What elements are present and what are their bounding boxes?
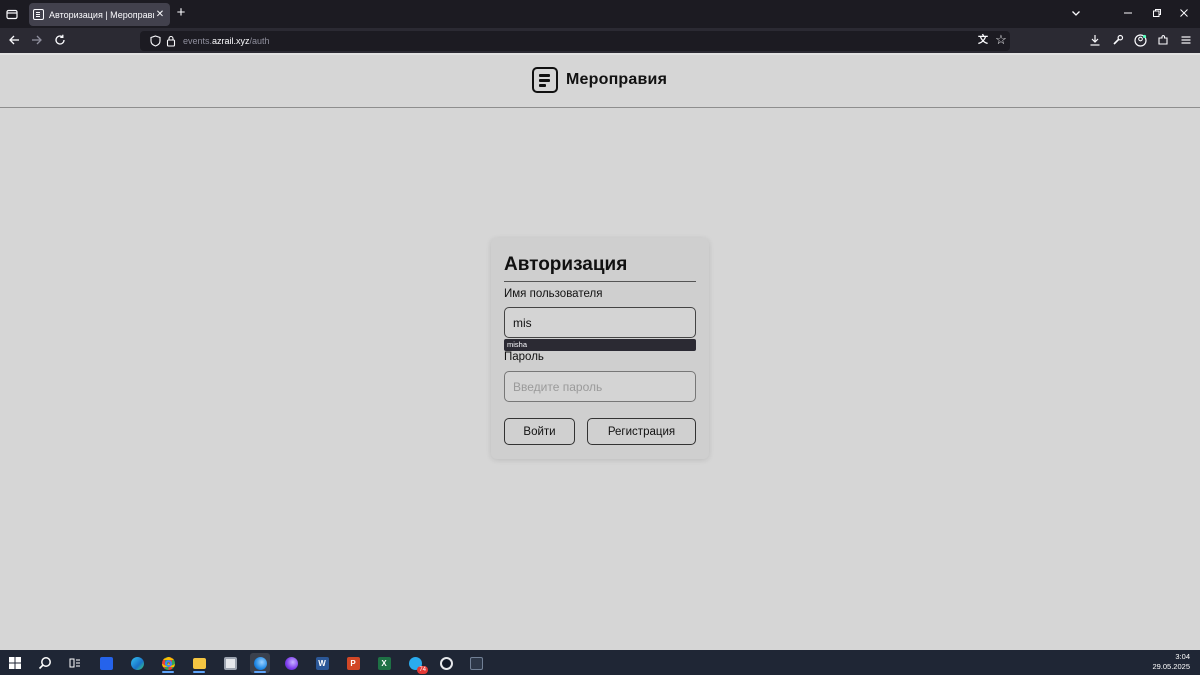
url-text: events.azrail.xyz/auth — [183, 36, 270, 46]
close-window-icon[interactable] — [1178, 8, 1190, 20]
minimize-icon[interactable] — [1122, 8, 1134, 20]
translate-icon[interactable]: 文 — [977, 35, 989, 47]
url-bar[interactable]: events.azrail.xyz/auth 文 ☆ — [140, 31, 1010, 51]
extensions-icon[interactable] — [1157, 34, 1169, 48]
bookmark-star-icon[interactable]: ☆ — [995, 33, 1007, 46]
site-header: Мероправия — [0, 55, 1200, 108]
tab-overflow-icon[interactable] — [1070, 8, 1082, 20]
app-blue-icon[interactable] — [96, 653, 116, 673]
brand-link[interactable]: Мероправия — [532, 67, 667, 93]
forward-icon[interactable] — [31, 34, 43, 48]
tab-title: Авторизация | Мероправия — [49, 9, 154, 20]
username-label: Имя пользователя — [504, 288, 603, 300]
firefox-dev-icon[interactable] — [281, 653, 301, 673]
auth-card: Авторизация Имя пользователя misha Парол… — [491, 238, 709, 459]
chrome-icon[interactable] — [158, 653, 178, 673]
site-favicon-icon — [33, 9, 44, 20]
download-icon[interactable] — [1089, 34, 1101, 48]
browser-tab-bar: Авторизация | Мероправия ✕ + — [0, 0, 1200, 28]
file-explorer-icon[interactable] — [189, 653, 209, 673]
tab-close-icon[interactable]: ✕ — [154, 9, 166, 20]
active-tab[interactable]: Авторизация | Мероправия ✕ — [29, 3, 170, 26]
edge-icon[interactable] — [127, 653, 147, 673]
speedometer-icon[interactable] — [436, 653, 456, 673]
start-icon[interactable] — [5, 653, 25, 673]
account-icon[interactable] — [1134, 34, 1147, 49]
username-field[interactable] — [504, 307, 696, 338]
system-clock[interactable]: 3:04 29.05.2025 — [1152, 652, 1190, 672]
search-icon[interactable] — [35, 653, 55, 673]
clock-time: 3:04 — [1175, 652, 1190, 661]
clock-date: 29.05.2025 — [1152, 662, 1190, 671]
login-button[interactable]: Войти — [504, 418, 575, 445]
browser-nav-bar: events.azrail.xyz/auth 文 ☆ — [0, 28, 1200, 53]
store-icon[interactable] — [220, 653, 240, 673]
davinci-icon[interactable] — [466, 653, 486, 673]
task-view-icon[interactable] — [65, 653, 85, 673]
reload-icon[interactable] — [54, 34, 66, 48]
wrench-icon[interactable] — [1112, 34, 1124, 48]
password-label: Пароль — [504, 351, 544, 363]
powerpoint-icon[interactable]: P — [343, 653, 363, 673]
autocomplete-suggestion[interactable]: misha — [504, 339, 696, 351]
menu-icon[interactable] — [1180, 34, 1192, 48]
telegram-icon[interactable]: 74 — [405, 653, 428, 674]
page-title: Авторизация — [504, 254, 628, 275]
shield-icon[interactable] — [149, 35, 161, 49]
taskbar: W P X 74 3:04 29.05.2025 — [0, 650, 1200, 675]
brand-name: Мероправия — [566, 71, 668, 88]
firefox-icon[interactable] — [250, 653, 270, 673]
word-icon[interactable]: W — [312, 653, 332, 673]
excel-icon[interactable]: X — [374, 653, 394, 673]
register-button[interactable]: Регистрация — [587, 418, 696, 445]
telegram-badge: 74 — [417, 666, 428, 674]
password-field[interactable] — [504, 371, 696, 402]
lock-icon[interactable] — [166, 35, 176, 49]
back-icon[interactable] — [8, 34, 20, 48]
tab-list-icon[interactable] — [6, 8, 18, 22]
list-box-icon — [532, 67, 558, 93]
title-divider — [504, 281, 696, 282]
restore-icon[interactable] — [1151, 8, 1163, 20]
new-tab-button[interactable]: + — [175, 5, 187, 20]
